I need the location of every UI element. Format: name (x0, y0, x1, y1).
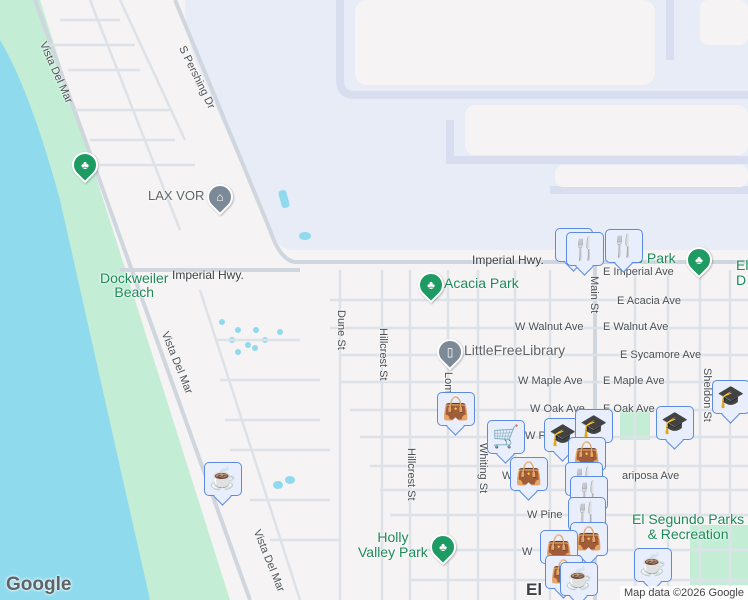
place-label-el-segundo-parks-recreation[interactable]: El Segundo Parks & Recreation (632, 512, 744, 542)
road-label-e-walnut-ave: E Walnut Ave (603, 321, 669, 333)
school-marker-icon[interactable]: 🎓 (656, 406, 694, 440)
road-label-e-acacia-ave: E Acacia Ave (617, 295, 682, 307)
grocery-cart-marker-icon[interactable]: 🛒 (487, 420, 525, 454)
road-label-hillcrest-st: Hillcrest St (377, 328, 389, 381)
road-label-mariposa-ave: ariposa Ave (622, 470, 680, 482)
place-label-dockweiler-beach[interactable]: Dockweiler Beach (100, 271, 168, 299)
road-label-w-palm: W P (525, 430, 546, 442)
road-label-w: W (522, 546, 533, 558)
place-label-el-segundo: El (526, 580, 543, 599)
road-label-main-st: Main St (588, 276, 600, 314)
coffee-marker-icon[interactable]: ☕ (560, 562, 598, 596)
road-label-e-maple-ave: E Maple Ave (603, 375, 665, 387)
road-label-imperial-hwy: Imperial Hwy. (472, 253, 544, 267)
road-label-e-sycamore-ave: E Sycamore Ave (620, 349, 702, 361)
place-label-acacia-park[interactable]: Acacia Park (444, 275, 519, 291)
road-label-w-pine: W Pine (527, 509, 563, 521)
road-label-w-maple-ave: W Maple Ave (518, 375, 583, 387)
shopping-bag-marker-icon[interactable]: 👜 (510, 457, 548, 491)
road-label-hillcrest-st: Hillcrest St (405, 448, 417, 501)
shopping-bag-marker-icon[interactable]: 👜 (437, 392, 475, 426)
road-label-w-walnut-ave: W Walnut Ave (515, 321, 584, 333)
place-label-lax-vor[interactable]: LAX VOR (148, 188, 204, 203)
road-label-dune-st: Dune St (335, 310, 347, 350)
place-label-holly-valley-park[interactable]: Holly Valley Park (358, 530, 428, 560)
map-view[interactable]: Vista Del Mar Vista Del Mar Vista Del Ma… (0, 0, 748, 600)
road-label-e-imperial-ave: E Imperial Ave (603, 266, 674, 278)
restaurant-marker-icon[interactable]: 🍴 (566, 232, 604, 266)
school-marker-icon[interactable]: 🎓 (712, 380, 748, 414)
coffee-marker-icon[interactable]: ☕ (204, 462, 242, 496)
place-label-littlefreelibrary[interactable]: LittleFreeLibrary (464, 342, 565, 358)
road-label-imperial-hwy: Imperial Hwy. (172, 268, 244, 282)
map-attribution[interactable]: Map data ©2026 Google (619, 586, 748, 600)
coffee-marker-icon[interactable]: ☕ (634, 548, 672, 582)
place-label-el-segundo-partial[interactable]: El D (736, 258, 748, 288)
restaurant-marker-icon[interactable]: 🍴 (605, 229, 643, 263)
google-logo: Google (6, 574, 72, 595)
